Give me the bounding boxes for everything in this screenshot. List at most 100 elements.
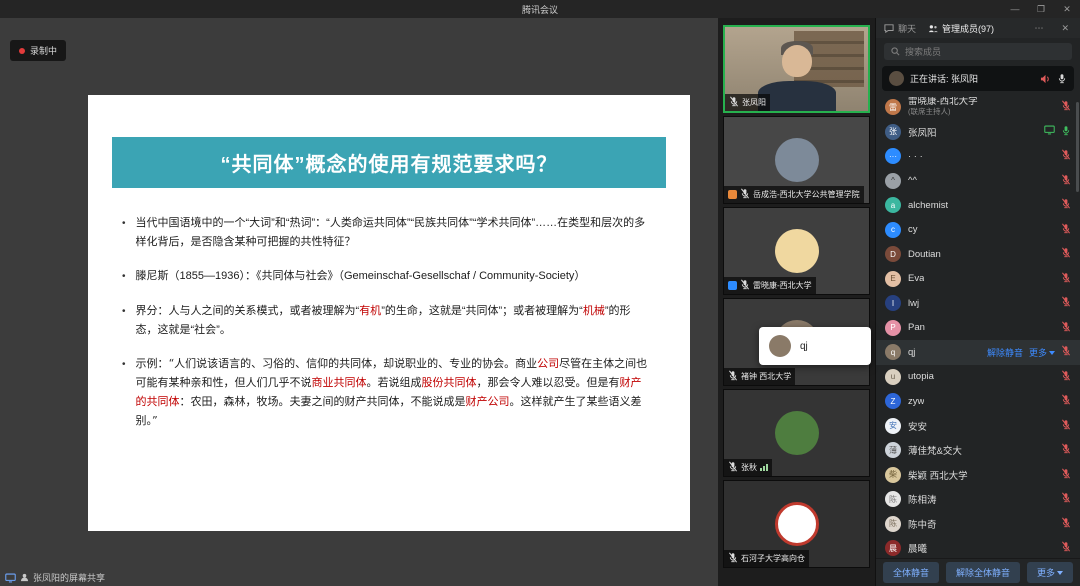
maximize-icon[interactable]: ❐ [1028,4,1054,15]
avatar: u [885,369,901,385]
video-thumbnail[interactable]: 褚钟 西北大学 qj [723,298,870,386]
mic-muted-icon[interactable] [1061,174,1071,188]
member-row[interactable]: 柴柴颖 西北大学 [876,463,1080,488]
share-status-bar: 张凤阳的屏幕共享 [5,571,105,584]
video-thumbnail[interactable]: 雷晓康-西北大学 [723,207,870,295]
mic-muted-icon[interactable] [1061,394,1071,408]
member-more-button[interactable]: 更多 [1029,346,1055,359]
member-row[interactable]: Zzyw [876,389,1080,414]
member-row[interactable]: aalchemist [876,193,1080,218]
caret-down-icon [1057,571,1063,575]
role-badge-icon [728,281,737,290]
avatar [769,335,791,357]
search-input[interactable] [905,47,1065,57]
mic-muted-icon[interactable] [1061,247,1071,261]
member-row[interactable]: 薄薄佳梵&交大 [876,438,1080,463]
bullet-dot: • [122,214,126,251]
avatar: 张 [885,124,901,140]
slide-bullet: •滕尼斯（1855—1936）：《共同体与社会》（Gemeinschaf-Ges… [122,267,650,286]
member-name: Eva [908,273,924,284]
screen-share-icon [5,573,16,583]
video-thumbnail[interactable]: 石河子大学高向仓 [723,480,870,568]
member-row[interactable]: ···· · · [876,144,1080,169]
member-row[interactable]: EEva [876,267,1080,292]
member-row[interactable]: DDoutian [876,242,1080,267]
app-title: 腾讯会议 [522,3,558,16]
member-row[interactable]: PPan [876,316,1080,341]
member-name: Doutian [908,249,941,260]
panel-close-icon[interactable]: ✕ [1058,23,1072,34]
video-thumbnail[interactable]: 张凤阳 [723,25,870,113]
minimize-icon[interactable]: — [1002,4,1028,14]
mic-muted-icon[interactable] [1061,321,1071,335]
mic-muted-icon [740,188,750,201]
close-icon[interactable]: ✕ [1054,4,1080,15]
tab-manage-members[interactable]: 管理成员(97) [928,22,994,35]
mic-muted-icon[interactable] [1061,468,1071,482]
member-row[interactable]: 张张凤阳 [876,120,1080,145]
member-row[interactable]: ^^^ [876,169,1080,194]
mic-muted-icon[interactable] [1061,492,1071,506]
panel-header: 聊天 管理成员(97) ⋯ ✕ [876,18,1080,38]
avatar: q [885,344,901,360]
mic-muted-icon[interactable] [1061,296,1071,310]
video-name-label: 张凤阳 [725,94,770,111]
screen-share-area: 录制中 “共同体”概念的使用有规范要求吗？ •当代中国语境中的一个“大词”和“热… [0,18,718,586]
participant-name: 岳成浩-西北大学公共管理学院 [753,189,860,200]
mic-on-icon[interactable] [1061,125,1071,139]
member-row[interactable]: 陈陈中奇 [876,512,1080,537]
avatar: a [885,197,901,213]
member-row[interactable]: qqj 解除静音更多 [876,340,1080,365]
footer-more-button[interactable]: 更多 [1027,562,1073,583]
member-row[interactable]: ccy [876,218,1080,243]
member-row[interactable]: 雷雷晓康-西北大学(联席主持人) [876,95,1080,120]
video-thumbnail[interactable]: 张秋 [723,389,870,477]
mic-muted-icon[interactable] [1061,149,1071,163]
member-row[interactable]: 陈陈相涛 [876,487,1080,512]
search-box[interactable] [884,43,1072,60]
mic-muted-icon[interactable] [1061,100,1071,114]
tab-chat[interactable]: 聊天 [884,22,916,35]
loudspeaker-icon [1040,74,1051,84]
panel-more-icon[interactable]: ⋯ [1031,23,1046,34]
mic-muted-icon [740,279,750,292]
member-row[interactable]: 晨晨曦 [876,536,1080,558]
member-name: 柴颖 西北大学 [908,468,968,482]
mic-muted-icon [728,370,738,383]
video-thumbnail[interactable]: 岳成浩-西北大学公共管理学院 [723,116,870,204]
video-name-label: 褚钟 西北大学 [724,368,795,385]
chat-icon [884,24,894,33]
mute-all-button[interactable]: 全体静音 [883,562,939,583]
member-role: (联席主持人) [908,108,978,117]
mic-muted-icon[interactable] [1061,272,1071,286]
recording-dot-icon [19,48,25,54]
member-list-scrollbar[interactable] [1076,102,1079,192]
mic-muted-icon[interactable] [1061,345,1071,359]
recording-badge[interactable]: 录制中 [10,40,66,61]
unmute-button[interactable]: 解除静音 [987,346,1023,359]
mic-muted-icon[interactable] [1061,198,1071,212]
member-row[interactable]: uutopia [876,365,1080,390]
participant-name: 褚钟 西北大学 [741,371,791,382]
mic-muted-icon[interactable] [1061,419,1071,433]
member-name: 陈相涛 [908,492,937,506]
slide-bullet: •界分：人与人之间的关系模式，或者被理解为“有机”的生命，这就是“共同体”；或者… [122,302,650,339]
meeting-window: 腾讯会议 — ❐ ✕ 录制中 “共同体”概念的使用有规范要求吗？ •当代中国语境… [0,0,1080,586]
avatar: 陈 [885,516,901,532]
mic-muted-icon[interactable] [1061,541,1071,555]
mic-muted-icon[interactable] [1061,443,1071,457]
mic-muted-icon[interactable] [1061,223,1071,237]
member-row[interactable]: llwj [876,291,1080,316]
avatar: c [885,222,901,238]
mic-muted-icon[interactable] [1061,370,1071,384]
member-row[interactable]: 安安安 [876,414,1080,439]
member-name: 安安 [908,419,927,433]
network-signal-icon [760,464,768,471]
unmute-all-button[interactable]: 解除全体静音 [946,562,1020,583]
member-name: qj [908,347,915,358]
search-icon [891,47,900,56]
participant-hover-card[interactable]: qj [759,327,871,365]
participant-name: 张凤阳 [742,97,766,108]
mic-muted-icon[interactable] [1061,517,1071,531]
mic-muted-icon [728,461,738,474]
